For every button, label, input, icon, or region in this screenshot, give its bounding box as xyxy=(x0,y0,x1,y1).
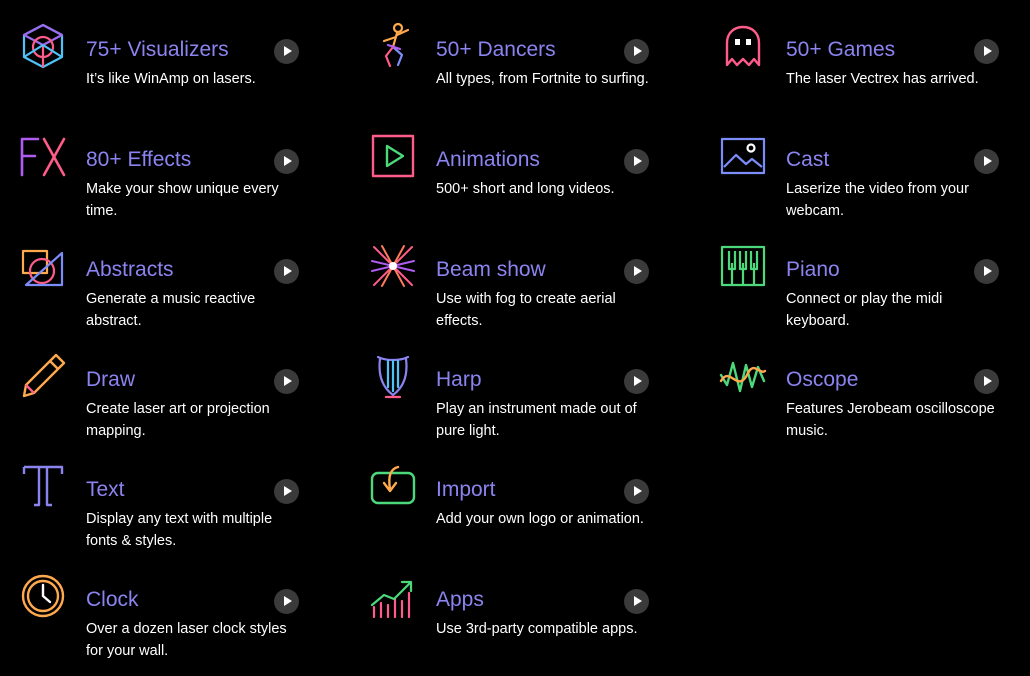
feature-beam-show: Beam show Use with fog to create aerial … xyxy=(350,235,690,335)
play-button[interactable] xyxy=(974,259,999,284)
feature-title: Animations xyxy=(436,148,540,171)
feature-title: 80+ Effects xyxy=(86,148,192,171)
feature-cast: Cast Laserize the video from your webcam… xyxy=(700,125,1030,225)
abstract-shapes-icon xyxy=(18,241,68,291)
play-button[interactable] xyxy=(624,259,649,284)
play-button[interactable] xyxy=(624,589,649,614)
feature-title: 50+ Dancers xyxy=(436,38,556,61)
feature-games: 50+ Games The laser Vectrex has arrived. xyxy=(700,15,1030,115)
feature-description: Features Jerobeam oscilloscope music. xyxy=(786,401,995,439)
feature-description: Use 3rd-party compatible apps. xyxy=(436,621,638,637)
feature-grid: 75+ Visualizers It’s like WinAmp on lase… xyxy=(0,0,1030,676)
feature-title: Piano xyxy=(786,258,840,281)
feature-draw: Draw Create laser art or projection mapp… xyxy=(0,345,340,445)
feature-description: Laserize the video from your webcam. xyxy=(786,181,969,219)
feature-description: Add your own logo or animation. xyxy=(436,511,644,527)
feature-oscope: Oscope Features Jerobeam oscilloscope mu… xyxy=(700,345,1030,445)
feature-description: Display any text with multiple fonts & s… xyxy=(86,511,273,549)
feature-description: Make your show unique every time. xyxy=(86,181,279,219)
fx-icon xyxy=(18,131,68,181)
play-button[interactable] xyxy=(274,149,299,174)
feature-title: Clock xyxy=(86,588,139,611)
feature-description: The laser Vectrex has arrived. xyxy=(786,71,979,87)
clock-icon xyxy=(18,571,68,621)
feature-title: Harp xyxy=(436,368,482,391)
image-icon xyxy=(718,131,768,181)
play-button[interactable] xyxy=(974,369,999,394)
feature-title: Oscope xyxy=(786,368,859,391)
beams-icon xyxy=(368,241,418,291)
feature-title: Cast xyxy=(786,148,830,171)
piano-icon xyxy=(718,241,768,291)
chart-up-icon xyxy=(368,571,418,621)
feature-description: Over a dozen laser clock styles for your… xyxy=(86,621,287,659)
harp-icon xyxy=(368,351,418,401)
play-button[interactable] xyxy=(274,479,299,504)
feature-piano: Piano Connect or play the midi keyboard. xyxy=(700,235,1030,335)
import-icon xyxy=(368,461,418,511)
feature-title: 50+ Games xyxy=(786,38,896,61)
dancer-icon xyxy=(368,21,418,71)
play-button[interactable] xyxy=(274,39,299,64)
feature-description: Connect or play the midi keyboard. xyxy=(786,291,943,329)
cube-icon xyxy=(18,21,68,71)
feature-title: 75+ Visualizers xyxy=(86,38,229,61)
letter-t-icon xyxy=(18,461,68,511)
feature-title: Draw xyxy=(86,368,136,391)
feature-harp: Harp Play an instrument made out of pure… xyxy=(350,345,690,445)
feature-title: Abstracts xyxy=(86,258,174,281)
ghost-icon xyxy=(718,21,768,71)
play-button[interactable] xyxy=(624,479,649,504)
feature-dancers: 50+ Dancers All types, from Fortnite to … xyxy=(350,15,690,115)
waveform-icon xyxy=(718,351,768,401)
play-button[interactable] xyxy=(624,369,649,394)
pencil-icon xyxy=(18,351,68,401)
feature-apps: Apps Use 3rd-party compatible apps. xyxy=(350,565,690,665)
feature-description: 500+ short and long videos. xyxy=(436,181,615,197)
feature-description: Generate a music reactive abstract. xyxy=(86,291,256,329)
feature-title: Beam show xyxy=(436,258,546,281)
play-button[interactable] xyxy=(974,149,999,174)
play-button[interactable] xyxy=(624,39,649,64)
feature-text: Text Display any text with multiple font… xyxy=(0,455,340,555)
play-button[interactable] xyxy=(274,369,299,394)
feature-visualizers: 75+ Visualizers It’s like WinAmp on lase… xyxy=(0,15,340,115)
play-square-icon xyxy=(368,131,418,181)
feature-description: Use with fog to create aerial effects. xyxy=(436,291,616,329)
feature-import: Import Add your own logo or animation. xyxy=(350,455,690,555)
feature-description: Play an instrument made out of pure ligh… xyxy=(436,401,637,439)
play-button[interactable] xyxy=(624,149,649,174)
feature-clock: Clock Over a dozen laser clock styles fo… xyxy=(0,565,340,665)
feature-animations: Animations 500+ short and long videos. xyxy=(350,125,690,225)
feature-effects: 80+ Effects Make your show unique every … xyxy=(0,125,340,225)
feature-abstracts: Abstracts Generate a music reactive abst… xyxy=(0,235,340,335)
feature-title: Import xyxy=(436,478,496,501)
feature-description: It’s like WinAmp on lasers. xyxy=(86,71,256,87)
feature-description: All types, from Fortnite to surfing. xyxy=(436,71,649,87)
play-button[interactable] xyxy=(274,589,299,614)
play-button[interactable] xyxy=(974,39,999,64)
play-button[interactable] xyxy=(274,259,299,284)
feature-title: Apps xyxy=(436,588,484,611)
feature-title: Text xyxy=(86,478,125,501)
feature-description: Create laser art or projection mapping. xyxy=(86,401,270,439)
